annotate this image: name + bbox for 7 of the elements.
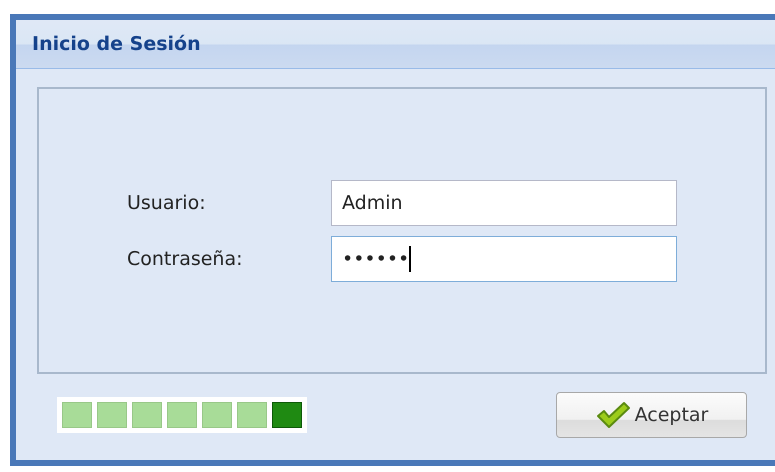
- field-label: Contraseña:: [127, 248, 244, 270]
- window-title: Inicio de Sesión: [32, 33, 201, 55]
- input-field[interactable]: ••••••: [331, 236, 677, 282]
- checkmark-icon: [594, 401, 631, 429]
- accept-button[interactable]: Aceptar: [556, 392, 747, 438]
- field-label: Usuario:: [127, 192, 207, 214]
- input-field[interactable]: Admin: [331, 180, 677, 226]
